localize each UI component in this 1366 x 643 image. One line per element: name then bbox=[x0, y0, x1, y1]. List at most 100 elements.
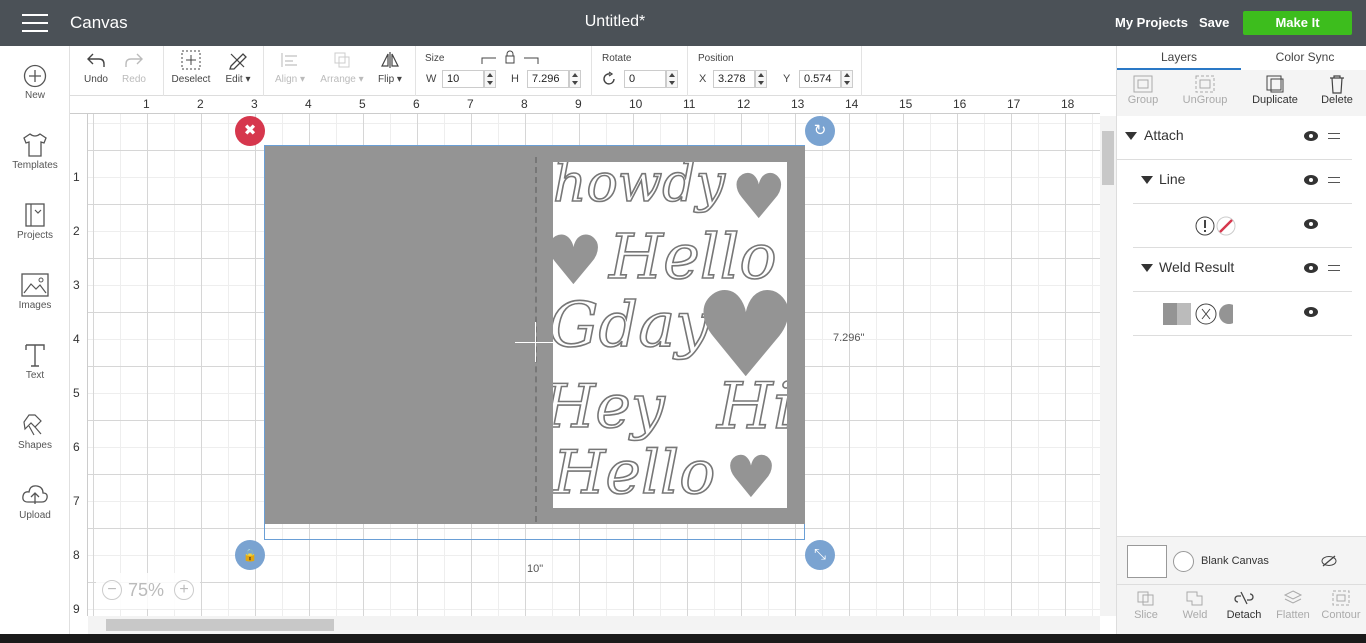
height-label: H bbox=[511, 73, 519, 85]
layer-row-weld-result[interactable]: Weld Result bbox=[1133, 248, 1352, 292]
nav-shapes[interactable]: Shapes bbox=[0, 412, 70, 451]
width-input[interactable]: 10 bbox=[442, 70, 484, 88]
panel-tabs: Layers Color Sync bbox=[1117, 46, 1366, 70]
width-stepper[interactable] bbox=[484, 70, 496, 88]
rotate-input[interactable]: 0 bbox=[624, 70, 666, 88]
visibility-eye-icon[interactable] bbox=[1304, 263, 1318, 273]
undo-button[interactable]: Undo bbox=[82, 50, 110, 85]
arrange-menu-button[interactable]: Arrange ▾ bbox=[318, 50, 366, 85]
delete-button[interactable]: Delete bbox=[1307, 74, 1366, 106]
rotate-stepper[interactable] bbox=[666, 70, 678, 88]
duplicate-button[interactable]: Duplicate bbox=[1245, 74, 1305, 106]
card-cutout-window: howdy ♥ Hello ♥ Gday ♥ Hey Hi Hello ♥ bbox=[553, 162, 787, 508]
rotate-handle[interactable]: ↻ bbox=[805, 116, 835, 146]
nav-text[interactable]: Text bbox=[0, 342, 70, 381]
drag-handle-icon[interactable] bbox=[1328, 177, 1340, 183]
weld-button[interactable]: Weld bbox=[1170, 589, 1220, 621]
lock-handle[interactable]: 🔒 bbox=[235, 540, 265, 570]
align-menu-button[interactable]: Align ▾ bbox=[270, 50, 310, 85]
x-position-input[interactable]: 3.278 bbox=[713, 70, 755, 88]
ruler-tick-label: 7 bbox=[467, 97, 474, 111]
canvas-color-swatch[interactable] bbox=[1127, 545, 1167, 578]
nav-label: Shapes bbox=[18, 440, 52, 451]
top-ruler: 1 2 3 4 5 6 7 8 9 10 11 12 13 14 15 16 17 18 bbox=[70, 96, 1100, 114]
zoom-in-button[interactable]: + bbox=[174, 580, 194, 600]
nav-projects[interactable]: Projects bbox=[0, 202, 70, 241]
visibility-eye-icon[interactable] bbox=[1304, 175, 1318, 185]
redo-button[interactable]: Redo bbox=[120, 50, 148, 85]
drag-handle-icon[interactable] bbox=[1328, 265, 1340, 271]
x-position-stepper[interactable] bbox=[755, 70, 767, 88]
edit-menu-button[interactable]: Edit ▾ bbox=[222, 50, 254, 85]
heart-shape: ♥ bbox=[731, 162, 787, 233]
layer-row-weld-item[interactable] bbox=[1133, 292, 1352, 336]
drag-handle-icon[interactable] bbox=[1328, 133, 1340, 139]
visibility-eye-icon[interactable] bbox=[1304, 307, 1318, 317]
zoom-out-button[interactable]: − bbox=[102, 580, 122, 600]
layer-row-attach[interactable]: Attach bbox=[1117, 116, 1352, 160]
visibility-eye-icon[interactable] bbox=[1304, 131, 1318, 141]
slice-button[interactable]: Slice bbox=[1121, 589, 1171, 621]
text-icon bbox=[25, 344, 45, 367]
y-label: Y bbox=[783, 73, 791, 85]
height-input[interactable]: 7.296 bbox=[527, 70, 569, 88]
y-position-input[interactable]: 0.574 bbox=[799, 70, 841, 88]
make-it-button[interactable]: Make It bbox=[1243, 11, 1352, 35]
rotate-label: Rotate bbox=[602, 53, 632, 64]
cloud-upload-icon bbox=[22, 485, 48, 504]
delete-handle[interactable]: ✖ bbox=[235, 116, 265, 146]
layer-name: Line bbox=[1159, 171, 1186, 187]
hidden-eye-icon[interactable] bbox=[1321, 555, 1337, 567]
collapse-icon[interactable] bbox=[1141, 176, 1153, 184]
zoom-level: 75% bbox=[128, 580, 165, 600]
ruler-tick-label: 8 bbox=[521, 97, 528, 111]
blank-canvas-row: Blank Canvas bbox=[1117, 536, 1366, 584]
ruler-tick-label: 1 bbox=[73, 170, 80, 184]
ruler-tick-label: 16 bbox=[953, 97, 967, 111]
image-icon bbox=[21, 273, 49, 297]
ruler-tick-label: 9 bbox=[73, 602, 80, 616]
height-stepper[interactable] bbox=[569, 70, 581, 88]
layer-row-line-item[interactable] bbox=[1133, 204, 1352, 248]
y-position-stepper[interactable] bbox=[841, 70, 853, 88]
deselect-icon bbox=[181, 50, 201, 70]
ungroup-button[interactable]: UnGroup bbox=[1175, 74, 1235, 106]
resize-handle[interactable]: ⤡ bbox=[805, 540, 835, 570]
detach-icon bbox=[1234, 591, 1254, 605]
detach-button[interactable]: Detach bbox=[1219, 589, 1269, 621]
nav-upload[interactable]: Upload bbox=[0, 482, 70, 521]
weld-label: Weld bbox=[1182, 609, 1208, 621]
canvas-color-circle[interactable] bbox=[1173, 551, 1194, 572]
horizontal-scrollbar[interactable] bbox=[88, 616, 1100, 634]
align-label: Align bbox=[274, 74, 298, 85]
nav-label: Projects bbox=[16, 230, 54, 241]
position-label: Position bbox=[698, 53, 734, 64]
nav-new[interactable]: New bbox=[0, 64, 70, 101]
tab-color-sync[interactable]: Color Sync bbox=[1243, 50, 1366, 64]
delete-label: Delete bbox=[1321, 94, 1353, 106]
flatten-button[interactable]: Flatten bbox=[1268, 589, 1318, 621]
deselect-button[interactable]: Deselect bbox=[170, 50, 212, 85]
lock-aspect-icon[interactable] bbox=[480, 50, 540, 66]
tab-layers[interactable]: Layers bbox=[1117, 50, 1241, 70]
blank-canvas-label: Blank Canvas bbox=[1201, 555, 1269, 567]
layer-row-line[interactable]: Line bbox=[1133, 160, 1352, 204]
cutout-word: Hey bbox=[553, 371, 666, 443]
nav-templates[interactable]: Templates bbox=[0, 132, 70, 171]
visibility-eye-icon[interactable] bbox=[1304, 219, 1318, 229]
vertical-scrollbar[interactable] bbox=[1100, 116, 1116, 616]
group-button[interactable]: Group bbox=[1113, 74, 1173, 106]
collapse-icon[interactable] bbox=[1141, 264, 1153, 272]
ruler-tick-label: 4 bbox=[73, 332, 80, 346]
contour-button[interactable]: Contour bbox=[1316, 589, 1366, 621]
flip-menu-button[interactable]: Flip ▾ bbox=[372, 50, 408, 85]
nav-images[interactable]: Images bbox=[0, 272, 70, 311]
save-button[interactable]: Save bbox=[1199, 15, 1229, 30]
my-projects-link[interactable]: My Projects bbox=[1115, 15, 1188, 30]
collapse-icon[interactable] bbox=[1125, 132, 1137, 140]
score-tool-icon bbox=[1195, 216, 1236, 236]
ruler-tick-label: 14 bbox=[845, 97, 859, 111]
ruler-tick-label: 6 bbox=[413, 97, 420, 111]
ruler-tick-label: 9 bbox=[575, 97, 582, 111]
flip-icon bbox=[381, 52, 399, 68]
